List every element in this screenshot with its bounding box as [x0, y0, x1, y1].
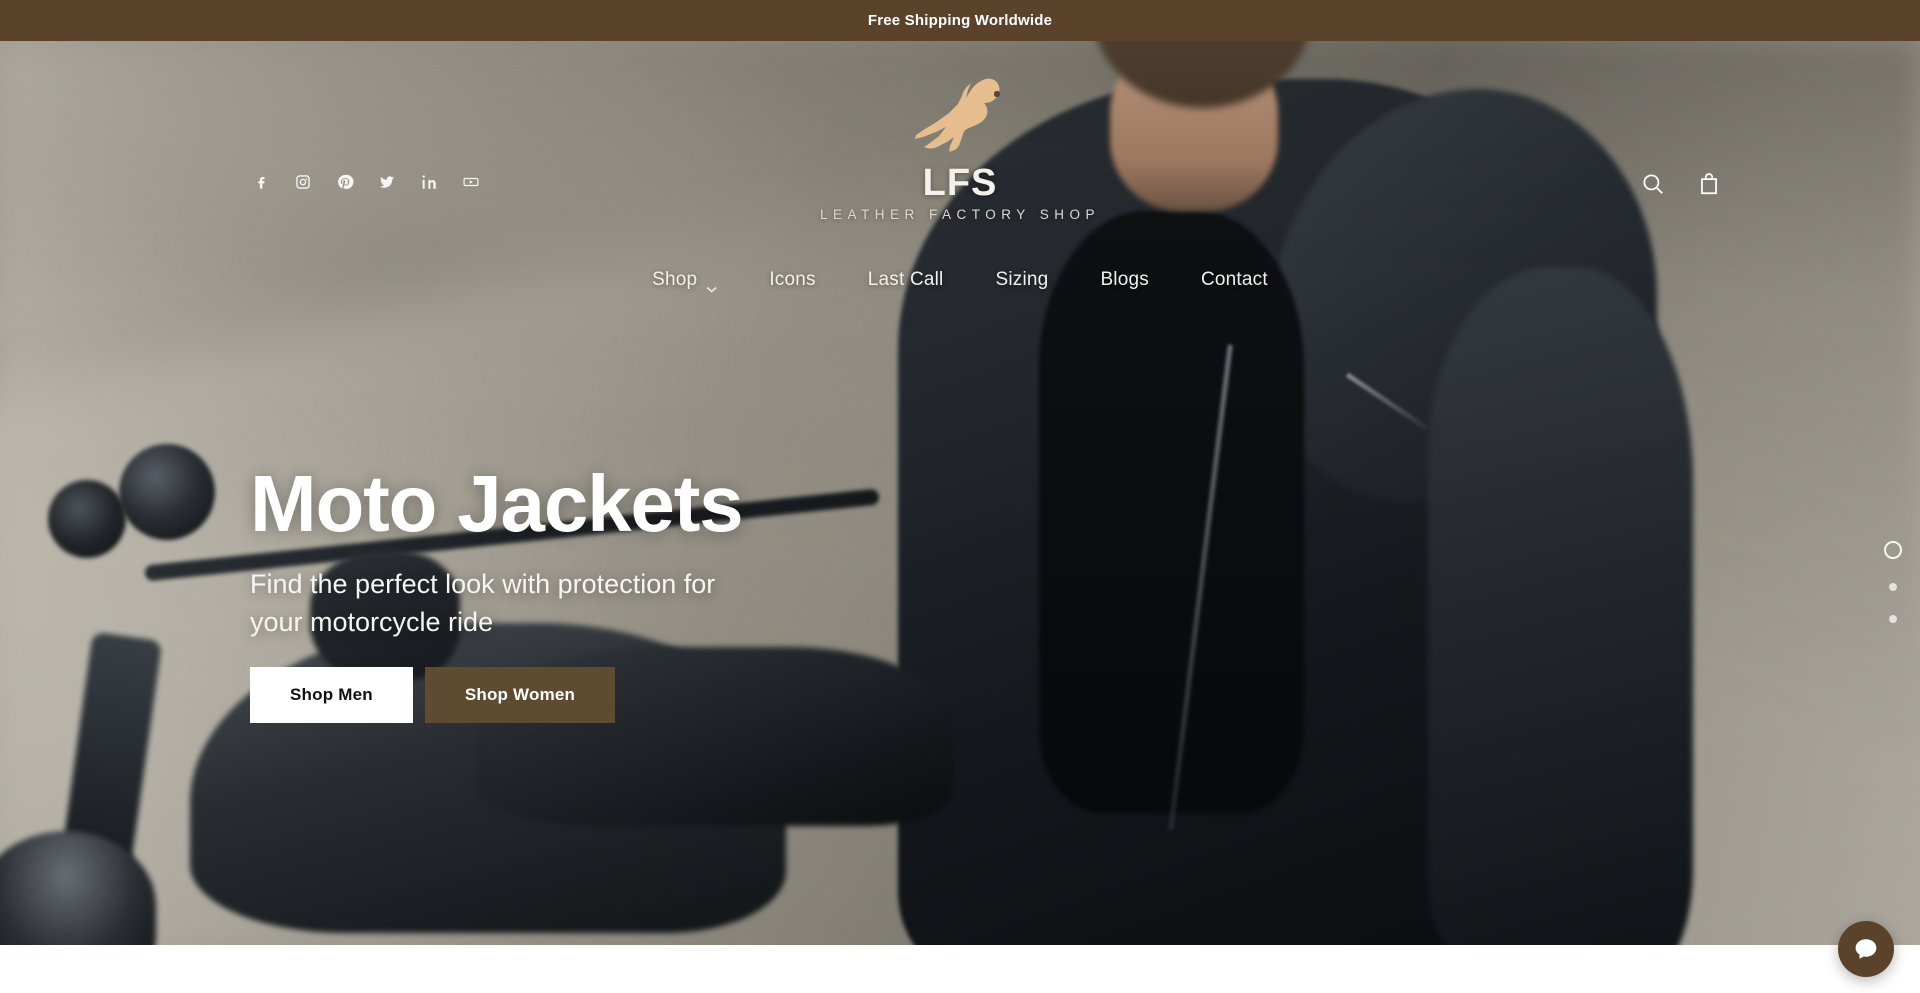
brand-name: LFS: [922, 162, 998, 204]
nav-item-sizing[interactable]: Sizing: [995, 269, 1048, 291]
nav-item-blogs[interactable]: Blogs: [1100, 269, 1149, 291]
header-actions: [1640, 89, 1868, 197]
twitter-icon[interactable]: [378, 173, 396, 191]
hero-title: Moto Jackets: [250, 459, 744, 548]
nav-item-icons[interactable]: Icons: [769, 269, 815, 291]
slider-pagination: [1884, 541, 1902, 623]
announcement-text: Free Shipping Worldwide: [867, 12, 1053, 29]
chat-bubble-icon: [1855, 939, 1877, 959]
pinterest-icon[interactable]: [336, 173, 354, 191]
hero-buttons: Shop Men Shop Women: [250, 667, 742, 723]
nav-label-blogs: Blogs: [1100, 269, 1149, 290]
nav-item-contact[interactable]: Contact: [1201, 269, 1268, 291]
page-body: [0, 945, 1920, 993]
shop-men-button[interactable]: Shop Men: [250, 667, 413, 723]
linkedin-icon[interactable]: [420, 173, 438, 191]
search-icon[interactable]: [1640, 171, 1666, 197]
announcement-bar: Free Shipping Worldwide: [0, 0, 1920, 41]
brand-tagline: LEATHER FACTORY SHOP: [819, 207, 1101, 222]
brand-logo[interactable]: LFS LEATHER FACTORY SHOP: [790, 75, 1130, 222]
hero-subtitle: Find the perfect look with protection fo…: [250, 569, 716, 637]
nav-label-last-call: Last Call: [867, 269, 944, 290]
facebook-icon[interactable]: [252, 173, 270, 191]
chat-widget-button[interactable]: [1838, 921, 1894, 977]
instagram-icon[interactable]: [294, 173, 312, 191]
youtube-icon[interactable]: [462, 173, 480, 191]
primary-navigation: Shop Icons Last Call Sizing Blogs Contac…: [652, 269, 1268, 293]
nav-label-sizing: Sizing: [995, 269, 1049, 290]
social-links: [52, 89, 480, 191]
nav-item-shop[interactable]: Shop: [652, 269, 717, 293]
nav-item-last-call[interactable]: Last Call: [868, 269, 944, 291]
hero-section: LFS LEATHER FACTORY SHOP Shop Icons Last…: [0, 41, 1920, 945]
nav-label-icons: Icons: [769, 269, 816, 290]
shop-women-button[interactable]: Shop Women: [424, 667, 616, 723]
slider-dot-2[interactable]: [1889, 583, 1897, 591]
chevron-down-icon: [706, 277, 717, 293]
site-header: LFS LEATHER FACTORY SHOP: [0, 41, 1920, 222]
slider-dot-1[interactable]: [1884, 541, 1902, 559]
slider-dot-3[interactable]: [1889, 615, 1897, 623]
hero-content: Moto Jackets Find the perfect look with …: [250, 459, 744, 723]
nav-label-contact: Contact: [1200, 269, 1268, 290]
shopping-bag-icon[interactable]: [1696, 171, 1722, 197]
nav-label-shop: Shop: [652, 269, 698, 290]
